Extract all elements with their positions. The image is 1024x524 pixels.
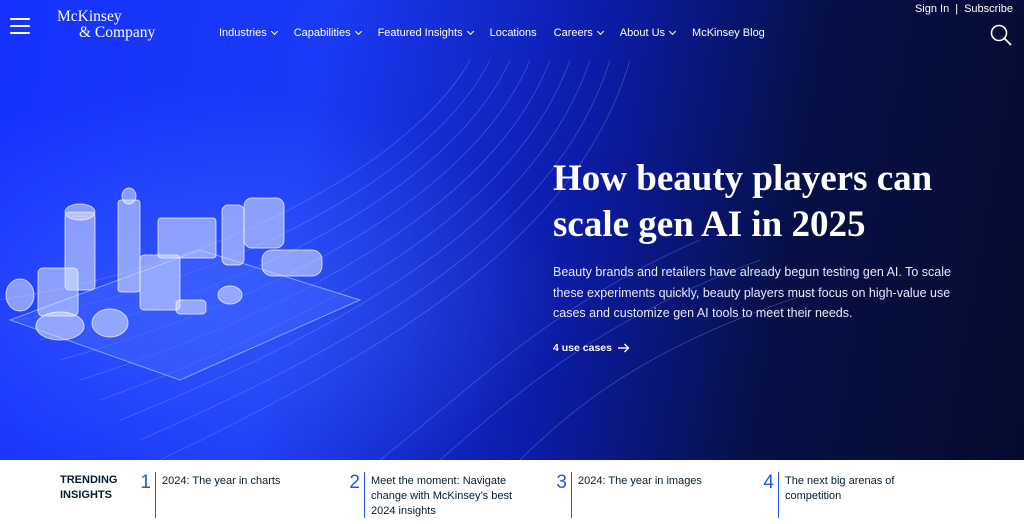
trending-title: 2024: The year in charts: [162, 475, 281, 487]
trending-item-2[interactable]: 2 Meet the moment: Navigate change with …: [346, 472, 531, 519]
arrow-right-icon: [617, 343, 630, 353]
trending-number: 3: [556, 472, 567, 493]
trending-divider: [571, 472, 572, 518]
nav-featured-insights[interactable]: Featured Insights: [377, 27, 474, 39]
hero-cta-link[interactable]: 4 use cases: [553, 342, 630, 354]
chevron-down-icon: [354, 27, 362, 36]
nav-locations[interactable]: Locations: [490, 27, 537, 39]
trending-item-3[interactable]: 3 2024: The year in images: [553, 472, 748, 518]
nav-about-us[interactable]: About Us: [619, 27, 677, 39]
nav-industries[interactable]: Industries: [219, 27, 278, 39]
chevron-down-icon: [669, 27, 677, 36]
chevron-down-icon: [466, 27, 474, 36]
trending-title: 2024: The year in images: [578, 475, 702, 487]
main-nav: Industries Capabilities Featured Insight…: [219, 27, 782, 39]
nav-careers[interactable]: Careers: [553, 27, 604, 39]
trending-divider: [364, 472, 365, 518]
nav-careers-label: Careers: [553, 27, 593, 39]
search-icon[interactable]: [990, 24, 1012, 46]
hero-headline[interactable]: How beauty players can scale gen AI in 2…: [553, 156, 993, 248]
trending-item-1[interactable]: 1 2024: The year in charts: [137, 472, 332, 518]
trending-title: Meet the moment: Navigate change with Mc…: [371, 475, 513, 517]
chevron-down-icon: [596, 27, 604, 36]
trending-divider: [778, 472, 779, 518]
sign-in-link[interactable]: Sign In: [915, 3, 949, 15]
logo-line-1: McKinsey: [57, 8, 122, 25]
trending-number: 2: [349, 472, 360, 493]
nav-locations-label: Locations: [489, 27, 537, 39]
trending-divider: [155, 472, 156, 518]
trending-insights-bar: TRENDING INSIGHTS 1 2024: The year in ch…: [0, 460, 1024, 524]
mckinsey-logo[interactable]: McKinsey & Company: [57, 9, 155, 41]
trending-item-4[interactable]: 4 The next big arenas of competition: [760, 472, 925, 518]
trending-insights-label: TRENDING INSIGHTS: [60, 474, 118, 501]
hamburger-menu-icon[interactable]: [10, 18, 30, 34]
nav-industries-label: Industries: [219, 27, 267, 39]
top-navigation-bar: McKinsey & Company Industries Capabiliti…: [0, 0, 1024, 56]
trending-number: 1: [140, 472, 151, 493]
trending-number: 4: [763, 472, 774, 493]
hero-cta-label: 4 use cases: [553, 342, 612, 354]
nav-featured-insights-label: Featured Insights: [377, 27, 463, 39]
nav-capabilities[interactable]: Capabilities: [293, 27, 362, 39]
logo-line-2: & Company: [79, 24, 156, 41]
nav-about-us-label: About Us: [619, 27, 666, 39]
chevron-down-icon: [270, 27, 278, 36]
hero-summary: Beauty brands and retailers have already…: [553, 265, 951, 320]
subscribe-link[interactable]: Subscribe: [964, 3, 1013, 15]
trending-title: The next big arenas of competition: [785, 475, 895, 502]
nav-capabilities-label: Capabilities: [293, 27, 351, 39]
nav-mckinsey-blog[interactable]: McKinsey Blog: [692, 27, 765, 39]
nav-mckinsey-blog-label: McKinsey Blog: [692, 27, 765, 39]
hero-banner: McKinsey & Company Industries Capabiliti…: [0, 0, 1024, 460]
account-links: Sign In | Subscribe: [915, 3, 1013, 15]
account-separator: |: [955, 3, 959, 15]
